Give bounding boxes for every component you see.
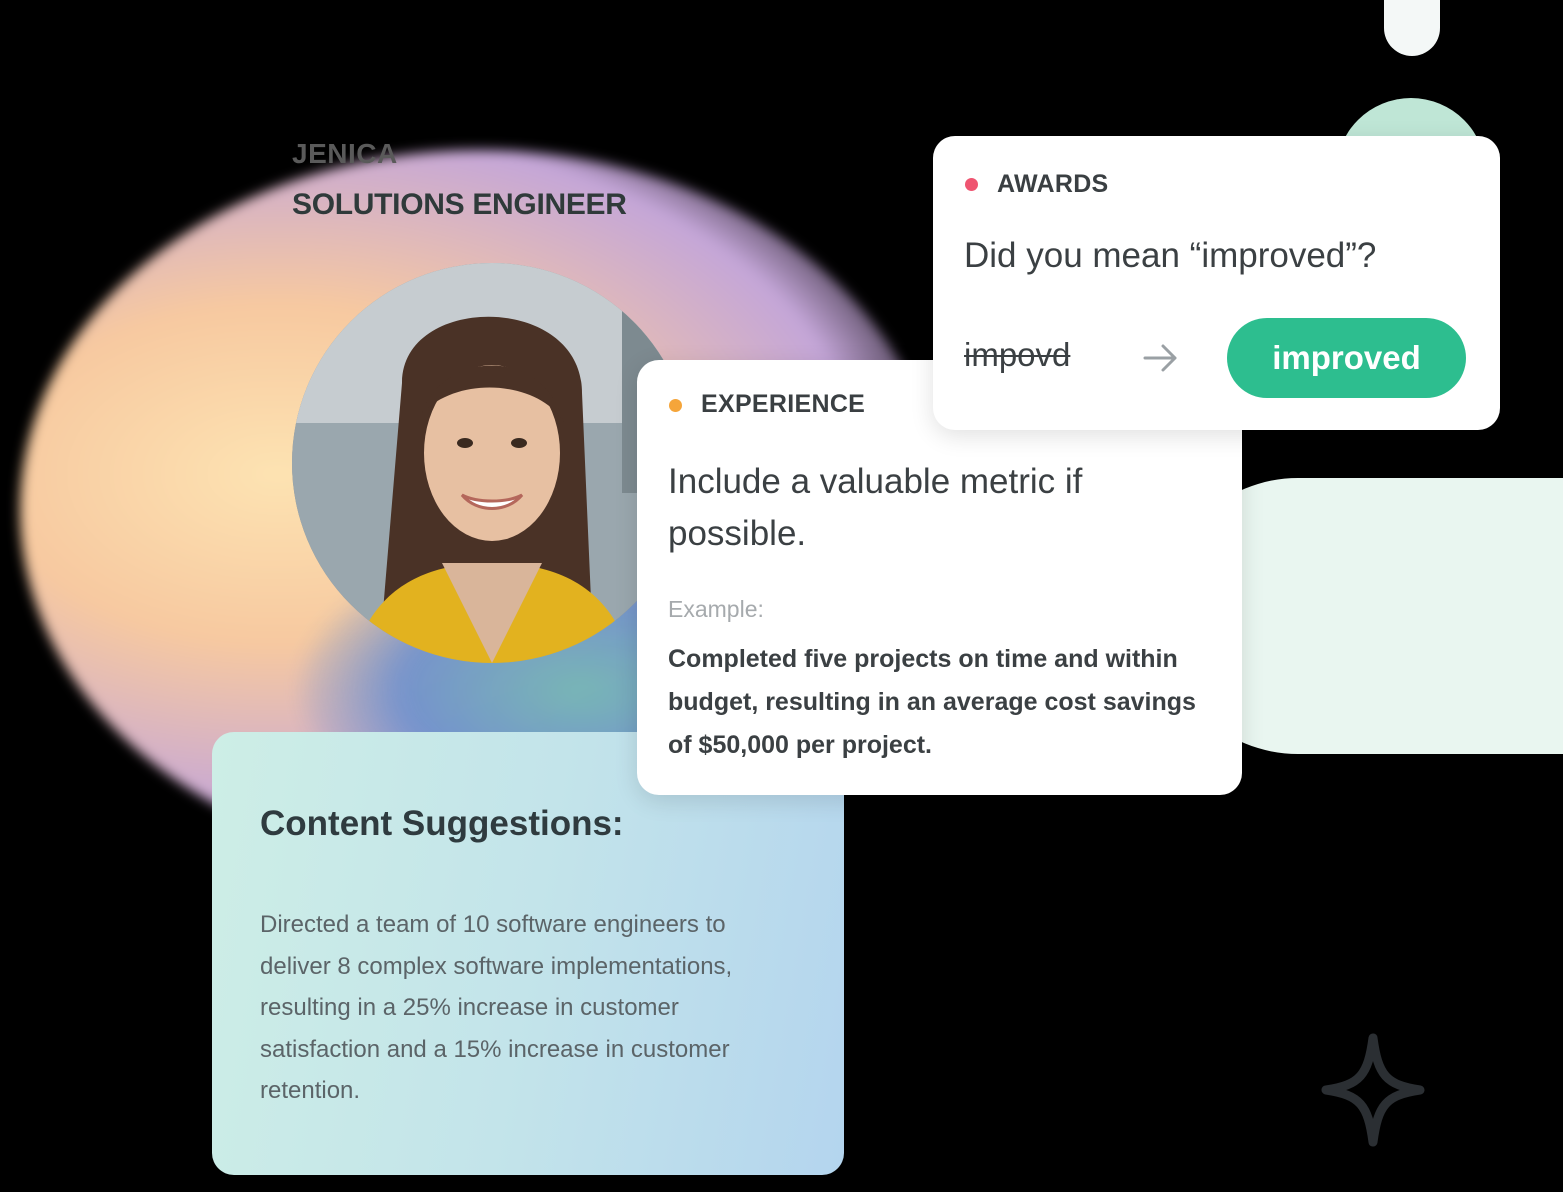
awards-label: AWARDS bbox=[997, 170, 1109, 198]
accept-suggestion-button[interactable]: improved bbox=[1227, 318, 1466, 398]
misspelled-word: impovd bbox=[964, 336, 1071, 373]
avatar bbox=[292, 263, 692, 663]
experience-label: EXPERIENCE bbox=[701, 390, 866, 418]
avatar-portrait bbox=[292, 263, 692, 663]
awards-status-dot bbox=[965, 178, 978, 191]
content-suggestions-card: Content Suggestions: Directed a team of … bbox=[212, 732, 844, 1175]
experience-example-label: Example: bbox=[668, 596, 764, 622]
experience-example-text: Completed five projects on time and with… bbox=[668, 645, 1196, 759]
content-suggestions-body: Directed a team of 10 software engineers… bbox=[260, 911, 733, 1105]
content-suggestions-title: Content Suggestions: bbox=[260, 804, 624, 843]
awards-card: AWARDS Did you mean “improved”? impovd i… bbox=[933, 136, 1500, 430]
experience-status-dot bbox=[669, 399, 682, 412]
spelling-question: Did you mean “improved”? bbox=[964, 236, 1377, 275]
arrow-right-icon bbox=[1143, 344, 1177, 372]
white-dot-decoration bbox=[1384, 0, 1440, 56]
profile-first-name: JENICA bbox=[292, 138, 398, 169]
sparkle-star-icon bbox=[1321, 1033, 1425, 1147]
experience-tip: Include a valuable metric if possible. bbox=[668, 462, 1083, 553]
profile-role: SOLUTIONS ENGINEER bbox=[292, 188, 627, 221]
